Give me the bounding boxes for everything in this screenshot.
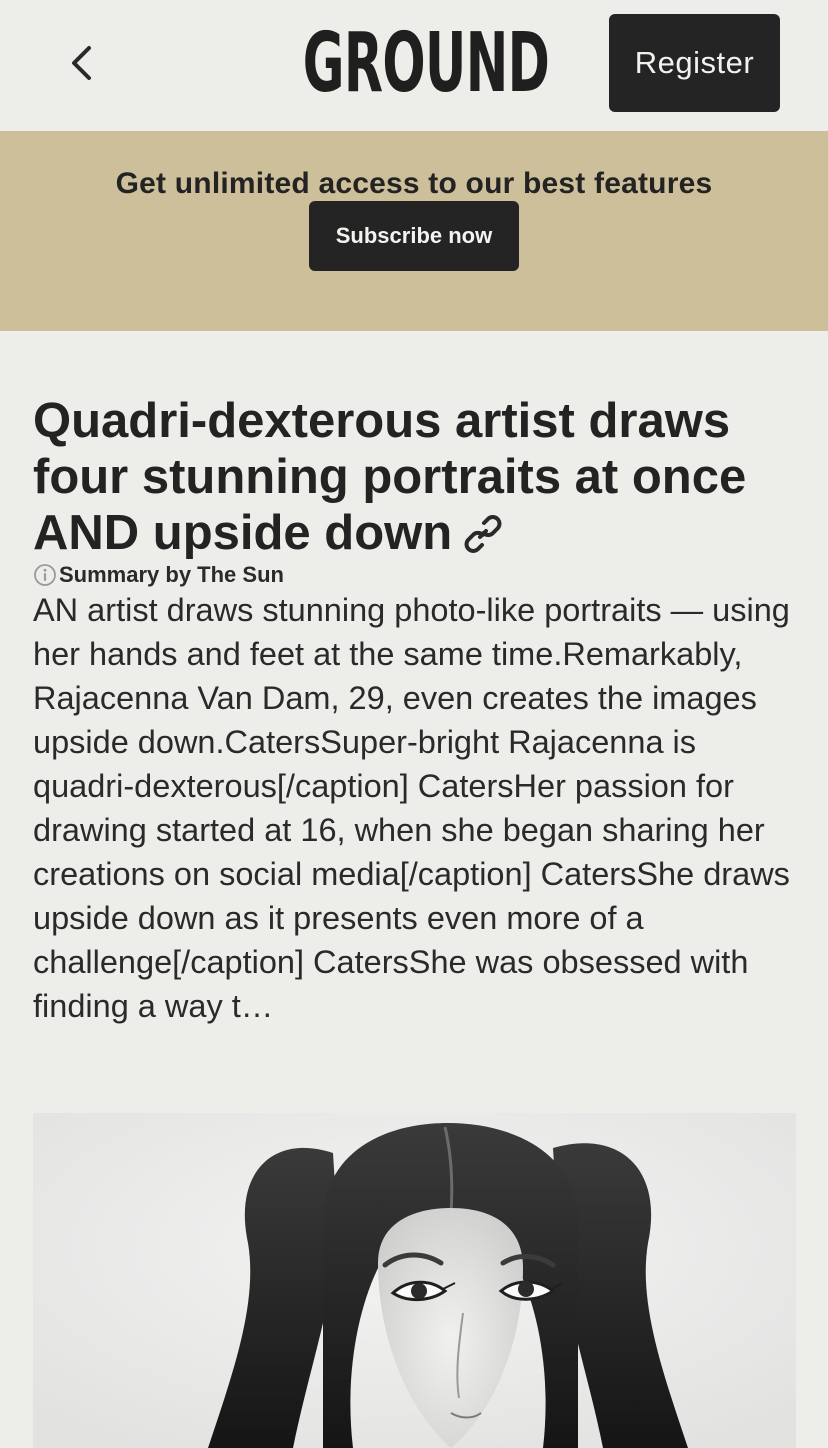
article-image[interactable] bbox=[33, 1113, 796, 1448]
chevron-left-icon bbox=[72, 46, 91, 80]
top-header: GROUND Register bbox=[0, 0, 828, 131]
register-button[interactable]: Register bbox=[609, 14, 780, 112]
subscribe-button[interactable]: Subscribe now bbox=[309, 201, 519, 271]
article-summary: AN artist draws stunning photo-like port… bbox=[33, 592, 790, 1024]
back-button[interactable] bbox=[52, 32, 112, 94]
ground-logo[interactable]: GROUND bbox=[303, 22, 550, 106]
article-page: GROUND Register Get unlimited access to … bbox=[0, 0, 828, 1448]
summary-label: Summary by The Sun bbox=[59, 562, 284, 587]
headline-text: Quadri-dexterous artist draws four stunn… bbox=[33, 394, 747, 560]
banner-text: Get unlimited access to our best feature… bbox=[115, 167, 713, 200]
subscription-banner: Get unlimited access to our best feature… bbox=[0, 131, 828, 331]
article-headline: Quadri-dexterous artist draws four stunn… bbox=[33, 393, 803, 561]
link-icon[interactable] bbox=[462, 511, 504, 553]
summary-source: Summary by The Sun bbox=[33, 562, 284, 588]
portrait-drawing bbox=[33, 1113, 796, 1448]
info-icon[interactable] bbox=[33, 563, 57, 587]
